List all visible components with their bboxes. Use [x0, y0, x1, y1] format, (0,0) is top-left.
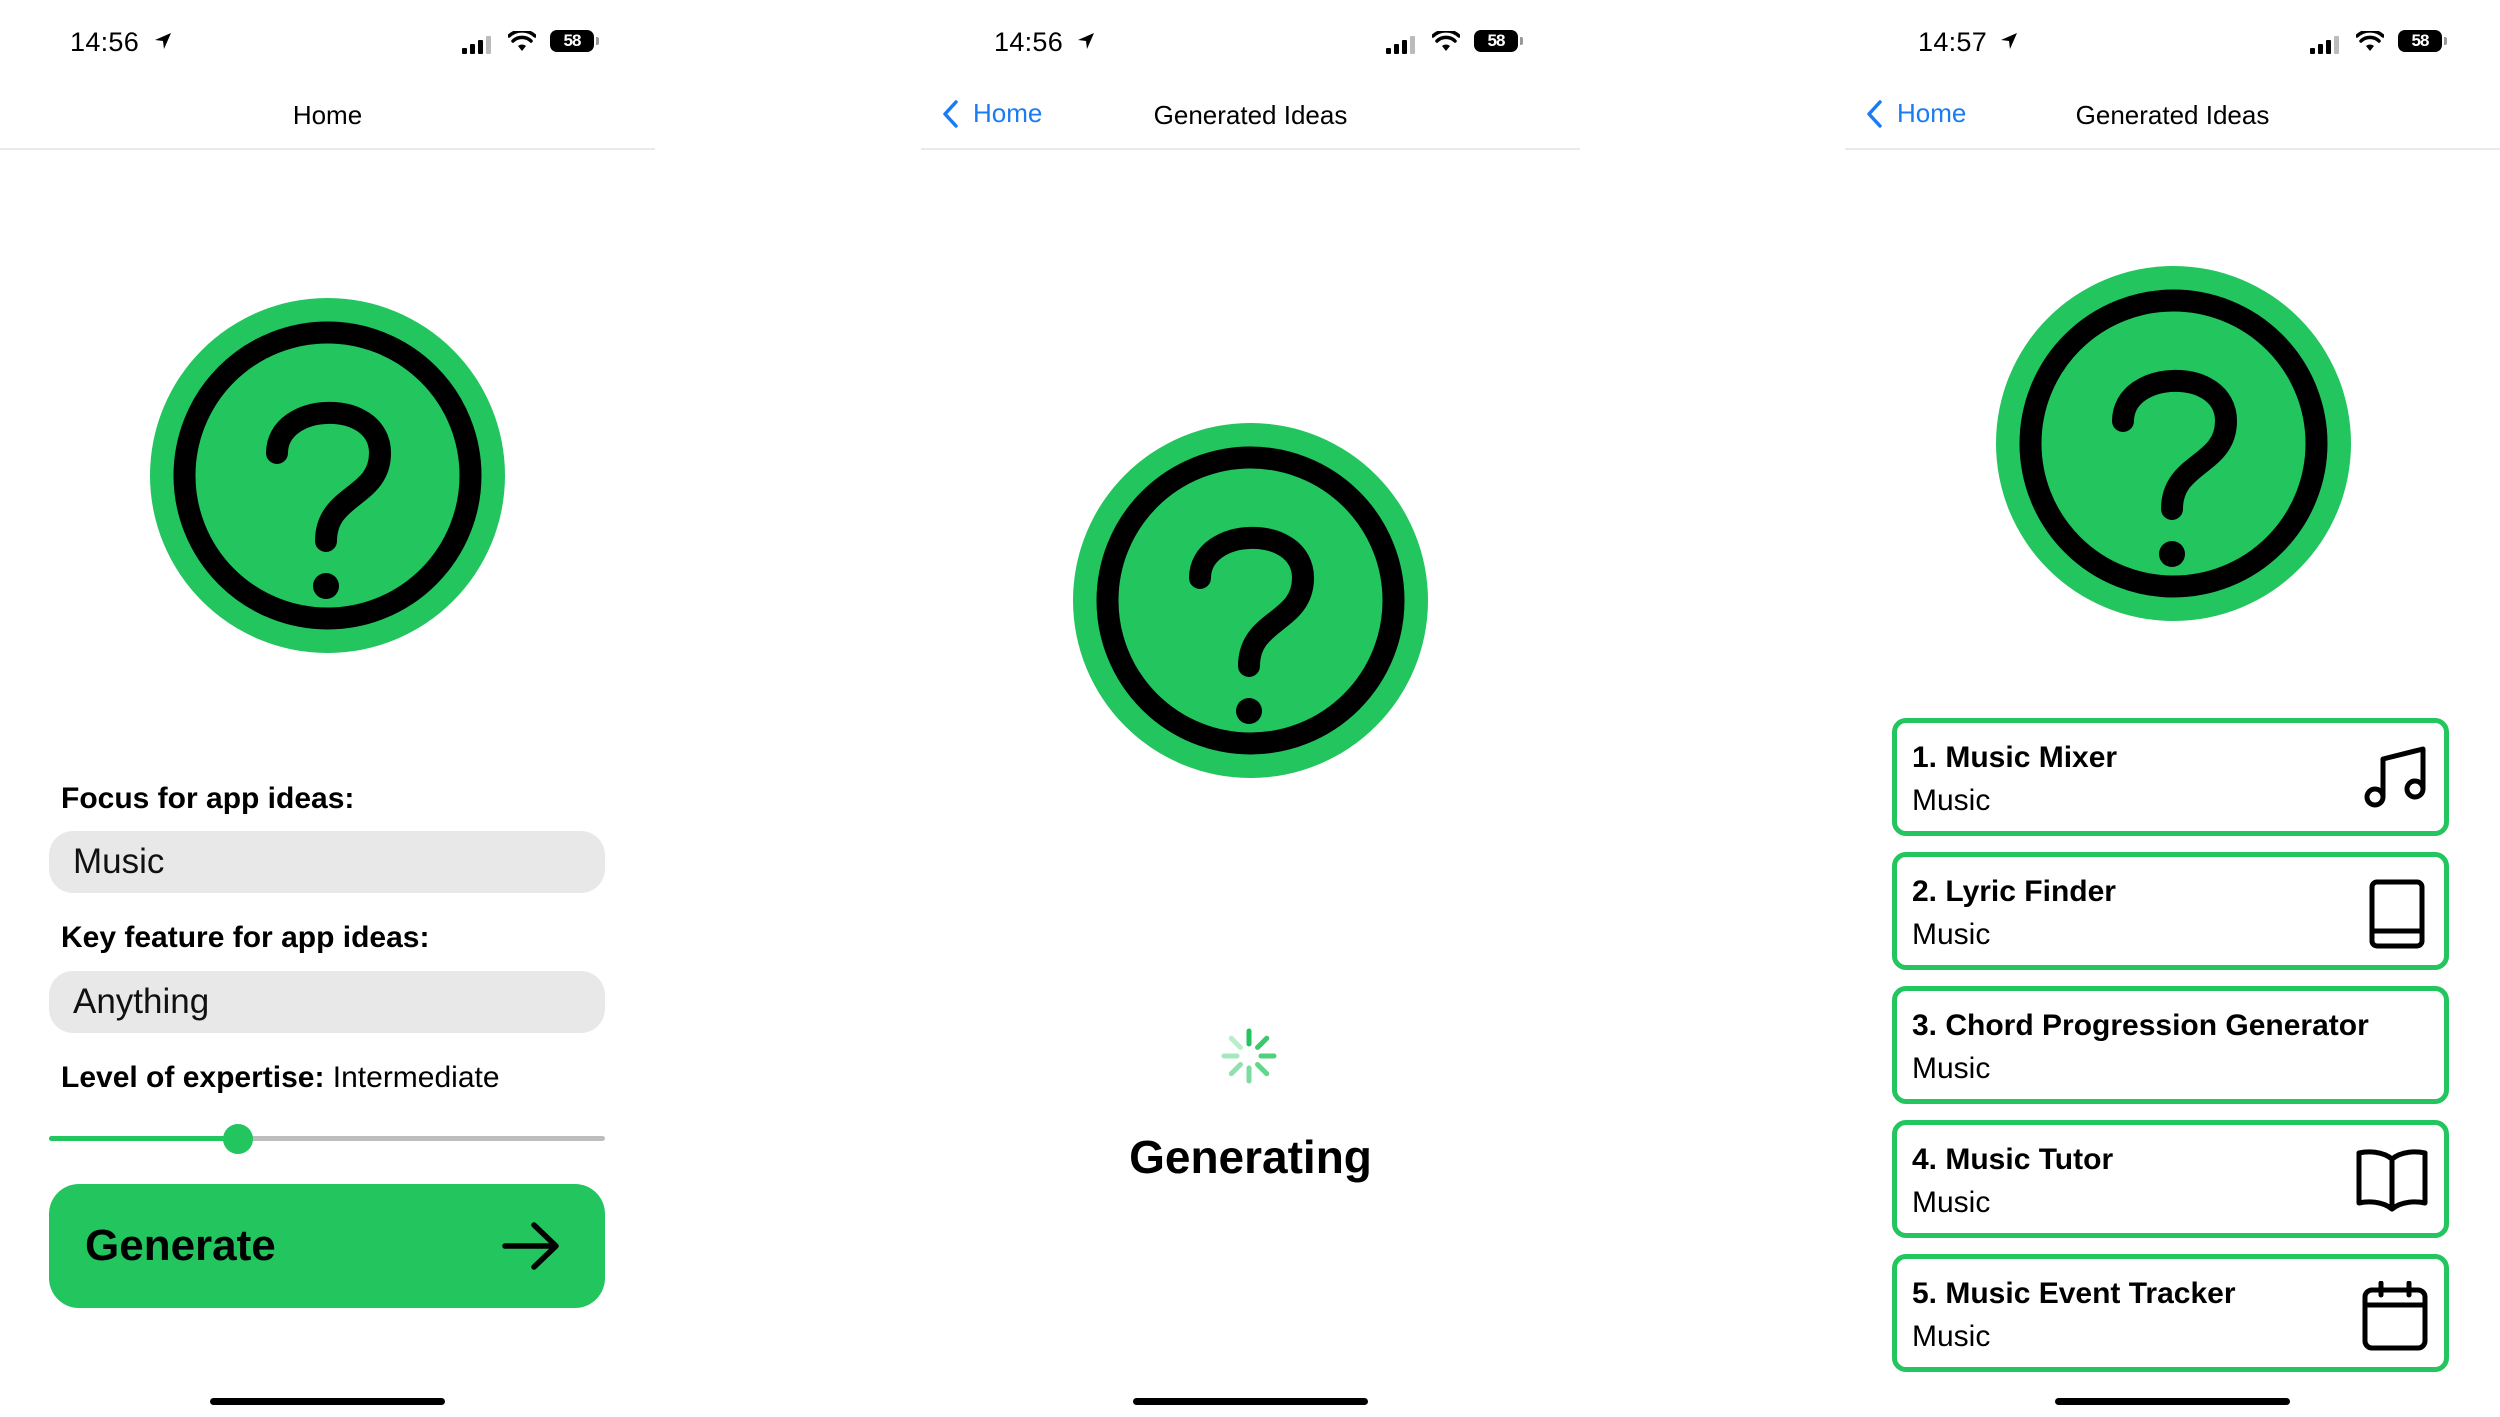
idea-title: 4. Music Tutor — [1912, 1143, 2114, 1176]
idea-card[interactable]: 2. Lyric Finder Music — [1892, 852, 2449, 970]
status-bar: 14:56 58 — [921, 25, 1580, 65]
home-indicator — [210, 1398, 445, 1405]
status-time: 14:57 — [1918, 27, 1988, 57]
slider-fill — [49, 1136, 239, 1141]
battery-icon: 58 — [2398, 30, 2447, 52]
idea-title: 3. Chord Progression Generator — [1912, 1009, 2369, 1042]
idea-category: Music — [1912, 1186, 1991, 1219]
generating-label: Generating — [1129, 1131, 1372, 1183]
spinner-icon — [1221, 1028, 1277, 1084]
feature-label: Key feature for app ideas: — [61, 921, 430, 954]
focus-input[interactable] — [49, 831, 605, 893]
battery-icon: 58 — [1474, 30, 1523, 52]
book-icon — [2369, 879, 2425, 949]
feature-input[interactable] — [49, 971, 605, 1033]
idea-title: 5. Music Event Tracker — [1912, 1277, 2236, 1310]
wifi-icon — [2356, 31, 2384, 51]
wifi-icon — [1432, 31, 1460, 51]
nav-bar: Home — [0, 88, 655, 150]
location-arrow-icon — [1078, 33, 1094, 49]
idea-card[interactable]: 5. Music Event Tracker Music — [1892, 1254, 2449, 1372]
wifi-icon — [508, 31, 536, 51]
status-bar: 14:57 58 — [1845, 25, 2500, 65]
nav-title: Home — [292, 100, 363, 130]
generate-button[interactable]: Generate — [49, 1184, 605, 1308]
idea-card[interactable]: 3. Chord Progression Generator Music — [1892, 986, 2449, 1104]
signal-icon — [2310, 36, 2339, 54]
idea-card[interactable]: 1. Music Mixer Music — [1892, 718, 2449, 836]
arrow-right-icon — [502, 1222, 559, 1270]
status-time: 14:56 — [994, 27, 1064, 57]
home-screen: 14:56 58 Home Focus for app ideas: Key f… — [0, 0, 655, 1417]
battery-icon: 58 — [550, 30, 599, 52]
question-circle-icon — [150, 298, 505, 653]
question-circle-icon — [1996, 266, 2351, 621]
level-label: Level of expertise: Intermediate — [61, 1061, 500, 1095]
nav-title: Generated Ideas — [2075, 100, 2270, 130]
generate-button-label: Generate — [85, 1221, 276, 1270]
idea-category: Music — [1912, 1052, 1991, 1085]
expertise-slider[interactable] — [49, 1124, 605, 1154]
slider-thumb[interactable] — [223, 1124, 254, 1154]
home-indicator — [2055, 1398, 2290, 1405]
question-circle-icon — [1073, 423, 1428, 778]
home-indicator — [1133, 1398, 1368, 1405]
focus-label: Focus for app ideas: — [61, 782, 355, 815]
level-value: Intermediate — [332, 1061, 500, 1094]
nav-bar: Home Generated Ideas — [921, 88, 1580, 150]
idea-title: 1. Music Mixer — [1912, 741, 2118, 774]
status-time: 14:56 — [70, 27, 140, 57]
idea-title: 2. Lyric Finder — [1912, 875, 2116, 908]
signal-icon — [462, 36, 491, 54]
ideas-screen: 14:57 58 Home Generated Ideas 1. Music M… — [1845, 0, 2500, 1417]
level-label-text: Level of expertise: — [61, 1061, 325, 1094]
idea-category: Music — [1912, 918, 1991, 951]
open-book-icon — [2356, 1149, 2428, 1212]
location-arrow-icon — [155, 33, 171, 49]
idea-card[interactable]: 4. Music Tutor Music — [1892, 1120, 2449, 1238]
signal-icon — [1386, 36, 1415, 54]
status-bar: 14:56 58 — [0, 25, 655, 65]
generating-screen: 14:56 58 Home Generated Ideas Generating — [921, 0, 1580, 1417]
music-note-icon — [2364, 746, 2426, 808]
idea-category: Music — [1912, 1320, 1991, 1353]
nav-title: Generated Ideas — [1153, 100, 1348, 130]
calendar-icon — [2362, 1281, 2428, 1351]
location-arrow-icon — [2001, 33, 2017, 49]
idea-category: Music — [1912, 784, 1991, 817]
nav-bar: Home Generated Ideas — [1845, 88, 2500, 150]
